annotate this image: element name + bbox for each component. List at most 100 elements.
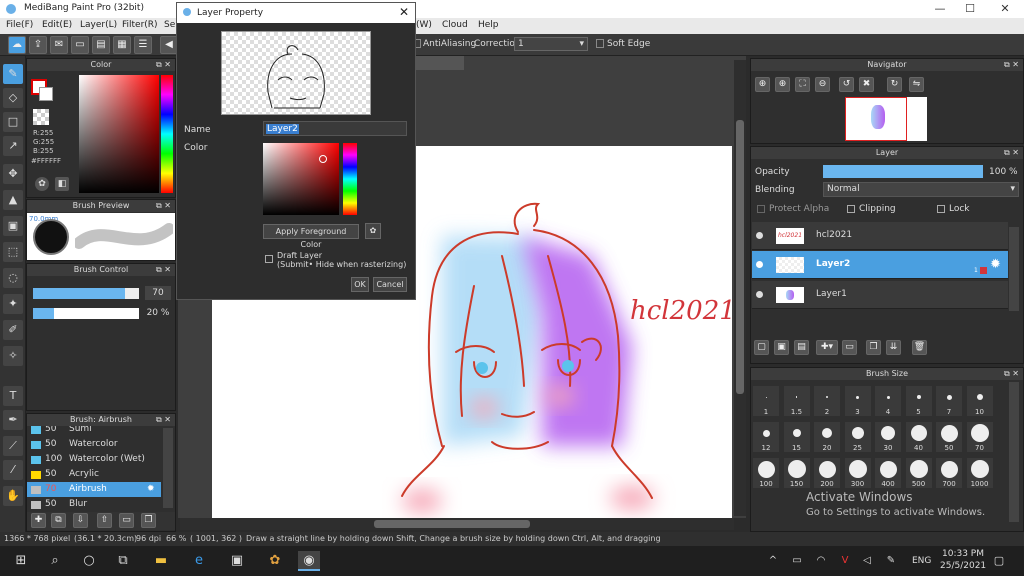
brush-size-cell[interactable]: 15 xyxy=(783,422,810,452)
gear-icon[interactable]: ✹ xyxy=(990,257,1001,272)
dock-icon[interactable]: ⧉ ✕ xyxy=(1004,147,1019,159)
duplicate-layer-icon[interactable]: ❐ xyxy=(866,340,881,355)
new-layer-1bit-icon[interactable]: ▤ xyxy=(794,340,809,355)
export-brush-icon[interactable]: ⇧ xyxy=(97,513,112,528)
select-pen-icon[interactable]: ✐ xyxy=(3,320,23,340)
comment-icon[interactable]: ✉ xyxy=(50,36,68,54)
brush-size-slider[interactable] xyxy=(33,288,139,299)
new-layer-8bit-icon[interactable]: ▣ xyxy=(774,340,789,355)
flip-icon[interactable]: ⇋ xyxy=(909,77,924,92)
dropper-tool-icon[interactable]: ⟋ xyxy=(3,436,23,456)
brush-size-cell[interactable]: 10 xyxy=(966,386,993,416)
close-button[interactable]: ✕ xyxy=(990,0,1020,18)
chevron-up-icon[interactable]: ^ xyxy=(762,551,784,571)
folder-icon[interactable]: ▭ xyxy=(119,513,134,528)
brush-size-cell[interactable]: 12 xyxy=(753,422,779,452)
brush-size-cell[interactable]: 1000 xyxy=(966,458,993,488)
add-brush-icon[interactable]: ✚ xyxy=(31,513,46,528)
gear-icon[interactable]: ✹ xyxy=(147,482,155,497)
dock-icon[interactable]: ⧉ ✕ xyxy=(1004,59,1019,71)
paint-app-icon[interactable]: ✿ xyxy=(264,551,286,571)
color-set-icon[interactable]: ◧ xyxy=(55,177,69,191)
clipping-checkbox[interactable] xyxy=(847,205,855,213)
ok-button[interactable]: OK xyxy=(351,277,369,292)
brush-size-cell[interactable]: 500 xyxy=(905,458,932,488)
menu-help[interactable]: Help xyxy=(478,20,499,30)
cloud-icon[interactable]: ☁ xyxy=(8,36,26,54)
clock-date[interactable]: 25/5/2021 xyxy=(940,561,986,571)
fit-icon[interactable]: ⛶ xyxy=(795,77,810,92)
layer-row-layer1[interactable]: Layer1 xyxy=(752,281,1008,309)
volume-icon[interactable]: ◁ xyxy=(856,551,878,571)
start-icon[interactable]: ⊞ xyxy=(10,551,32,571)
zoom-out-icon[interactable]: ⊖ xyxy=(815,77,830,92)
palette-icon[interactable]: ✿ xyxy=(365,223,381,239)
menu-layer[interactable]: Layer(L) xyxy=(80,20,117,30)
folder-icon[interactable]: ▭ xyxy=(842,340,857,355)
brush-list-item[interactable]: 50 Sumi xyxy=(27,426,161,437)
copy-icon[interactable]: ❐ xyxy=(141,513,156,528)
text-tool-icon[interactable]: T xyxy=(3,386,23,406)
rectangle-tool-icon[interactable]: □ xyxy=(3,112,23,132)
brush-size-cell[interactable]: 2 xyxy=(814,386,840,416)
vpn-icon[interactable]: V xyxy=(834,551,856,571)
layer-color-field[interactable] xyxy=(263,143,339,215)
menu-cloud[interactable]: Cloud xyxy=(442,20,468,30)
layer-hue-slider[interactable] xyxy=(343,143,357,215)
menu-filter[interactable]: Filter(R) xyxy=(122,20,158,30)
clock-time[interactable]: 10:33 PM xyxy=(942,549,984,559)
brush-size-cell[interactable]: 5 xyxy=(905,386,932,416)
layer-row-layer2[interactable]: Layer2 1 ✹ xyxy=(752,251,1008,279)
vertical-scroll-thumb[interactable] xyxy=(736,120,744,394)
notification-icon[interactable]: ▢ xyxy=(988,551,1010,571)
zoom-plus-icon[interactable]: ⊕ xyxy=(775,77,790,92)
navigator-preview[interactable] xyxy=(845,97,927,141)
brush-list-item[interactable]: 50 Blur xyxy=(27,497,161,510)
brush-size-cell[interactable]: 400 xyxy=(875,458,901,488)
duplicate-brush-icon[interactable]: ⧉ xyxy=(51,513,66,528)
brush-size-cell[interactable]: 200 xyxy=(814,458,840,488)
brush-size-cell[interactable]: 20 xyxy=(814,422,840,452)
rotate-right-icon[interactable]: ↻ xyxy=(887,77,902,92)
reset-icon[interactable]: ✖ xyxy=(859,77,874,92)
draft-layer-checkbox[interactable] xyxy=(265,255,273,263)
brush-list-item[interactable]: 50 Acrylic xyxy=(27,467,161,482)
eye-icon[interactable] xyxy=(756,232,763,239)
brush-size-cell[interactable]: 7 xyxy=(936,386,962,416)
horizontal-scrollbar[interactable] xyxy=(180,518,734,530)
palette-icon[interactable]: ✿ xyxy=(35,177,49,191)
background-color-swatch[interactable] xyxy=(39,87,53,101)
search-icon[interactable]: ⌕ xyxy=(44,551,66,571)
brush-tool-icon[interactable]: ✎ xyxy=(3,64,23,84)
brush-opacity-slider[interactable] xyxy=(33,308,139,319)
horizontal-scroll-thumb[interactable] xyxy=(374,520,530,528)
brush-size-cell[interactable]: 40 xyxy=(905,422,932,452)
layer-name-input[interactable]: Layer2 xyxy=(263,121,407,136)
merge-layer-icon[interactable]: ⇊ xyxy=(886,340,901,355)
brush-size-cell[interactable]: 70 xyxy=(966,422,993,452)
new-layer-icon[interactable]: ▢ xyxy=(754,340,769,355)
dock-icon[interactable]: ⧉ ✕ xyxy=(156,264,171,276)
cancel-button[interactable]: Cancel xyxy=(373,277,407,292)
layer-row-hcl2021[interactable]: hcl2021 hcl2021 xyxy=(752,222,1008,250)
pen-icon[interactable]: ✎ xyxy=(880,551,902,571)
brush-list-item[interactable]: 50 Watercolor xyxy=(27,437,161,452)
correction-select[interactable]: 1 ▾ xyxy=(514,37,588,51)
battery-icon[interactable]: ▭ xyxy=(786,551,808,571)
file-explorer-icon[interactable]: ▬ xyxy=(150,551,172,571)
page-icon[interactable]: ▤ xyxy=(92,36,110,54)
rotate-left-icon[interactable]: ↺ xyxy=(839,77,854,92)
select-tool-icon[interactable]: ⬚ xyxy=(3,242,23,262)
hand-tool-icon[interactable]: ✋ xyxy=(3,486,23,506)
list-icon[interactable]: ☰ xyxy=(134,36,152,54)
brush-size-cell[interactable]: 50 xyxy=(936,422,962,452)
dock-icon[interactable]: ⧉ ✕ xyxy=(156,59,171,71)
store-icon[interactable]: ▣ xyxy=(226,551,248,571)
menu-file[interactable]: File(F) xyxy=(6,20,33,30)
soft-edge-checkbox[interactable] xyxy=(596,39,604,48)
brush-size-cell[interactable]: 300 xyxy=(844,458,871,488)
gradient-tool-icon[interactable]: ▣ xyxy=(3,216,23,236)
eye-icon[interactable] xyxy=(756,291,763,298)
brush-list-scrollbar[interactable] xyxy=(163,428,173,508)
add-layer-dropdown-icon[interactable]: ✚▾ xyxy=(816,340,838,355)
